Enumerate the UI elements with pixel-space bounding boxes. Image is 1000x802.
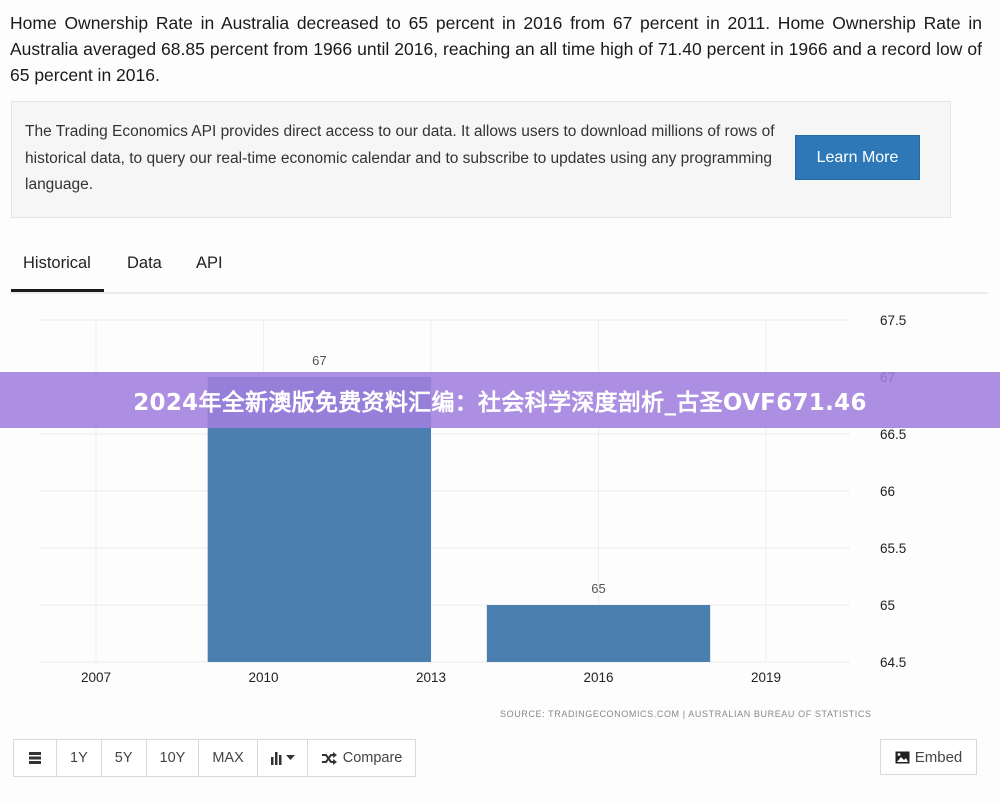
compare-label: Compare: [342, 750, 403, 766]
x-tick-label: 2013: [416, 670, 446, 685]
summary-text: Home Ownership Rate in Australia decreas…: [10, 13, 982, 85]
overlay-banner: 2024年全新澳版免费资料汇编：社会科学深度剖析_古圣OVF671.46: [0, 372, 1000, 428]
bar-2016: [486, 605, 711, 662]
y-axis-ticks: 64.56565.56666.56767.5: [880, 313, 906, 670]
image-icon: [895, 751, 910, 763]
bar-chart-icon: [270, 752, 282, 765]
api-promo-box: The Trading Economics API provides direc…: [11, 101, 951, 218]
y-tick-label: 65.5: [880, 541, 906, 556]
y-tick-label: 67.5: [880, 313, 906, 328]
tab-historical[interactable]: Historical: [11, 254, 104, 292]
chart-source: SOURCE: TRADINGECONOMICS.COM | AUSTRALIA…: [500, 709, 872, 719]
x-tick-label: 2007: [81, 670, 111, 685]
chart-tabs: Historical Data API: [10, 248, 988, 294]
x-axis-ticks: 2007 2010 2013 2016 2019: [81, 670, 781, 685]
chart-toolbar: 1Y 5Y 10Y MAX Compare: [13, 739, 417, 777]
caret-down-icon: [285, 755, 295, 760]
table-view-button[interactable]: [14, 740, 57, 776]
data-label-2016: 65: [591, 581, 605, 596]
x-tick-label: 2019: [751, 670, 781, 685]
learn-more-button[interactable]: Learn More: [795, 135, 920, 180]
compare-button[interactable]: Compare: [308, 740, 416, 776]
data-label-2011: 67: [312, 353, 326, 368]
x-tick-label: 2016: [583, 670, 613, 685]
tab-api[interactable]: API: [196, 254, 223, 273]
chart-type-dropdown[interactable]: [258, 740, 308, 776]
y-tick-label: 66: [880, 484, 895, 499]
embed-label: Embed: [914, 748, 963, 766]
y-tick-label: 64.5: [880, 655, 906, 670]
shuffle-icon: [321, 751, 337, 765]
table-icon: [29, 752, 41, 764]
range-1y-button[interactable]: 1Y: [57, 740, 102, 776]
range-max-button[interactable]: MAX: [199, 740, 258, 776]
x-tick-label: 2010: [248, 670, 278, 685]
embed-button[interactable]: Embed: [880, 739, 977, 775]
tab-data[interactable]: Data: [127, 254, 162, 273]
range-10y-button[interactable]: 10Y: [147, 740, 200, 776]
range-5y-button[interactable]: 5Y: [102, 740, 147, 776]
y-tick-label: 66.5: [880, 427, 906, 442]
api-promo-text: The Trading Economics API provides direc…: [25, 123, 775, 193]
bar-chart: 67 65 2007 2010 2013 2016 2019 64.5 65 65.5 66 66…: [40, 313, 906, 685]
y-tick-label: 65: [880, 598, 895, 613]
